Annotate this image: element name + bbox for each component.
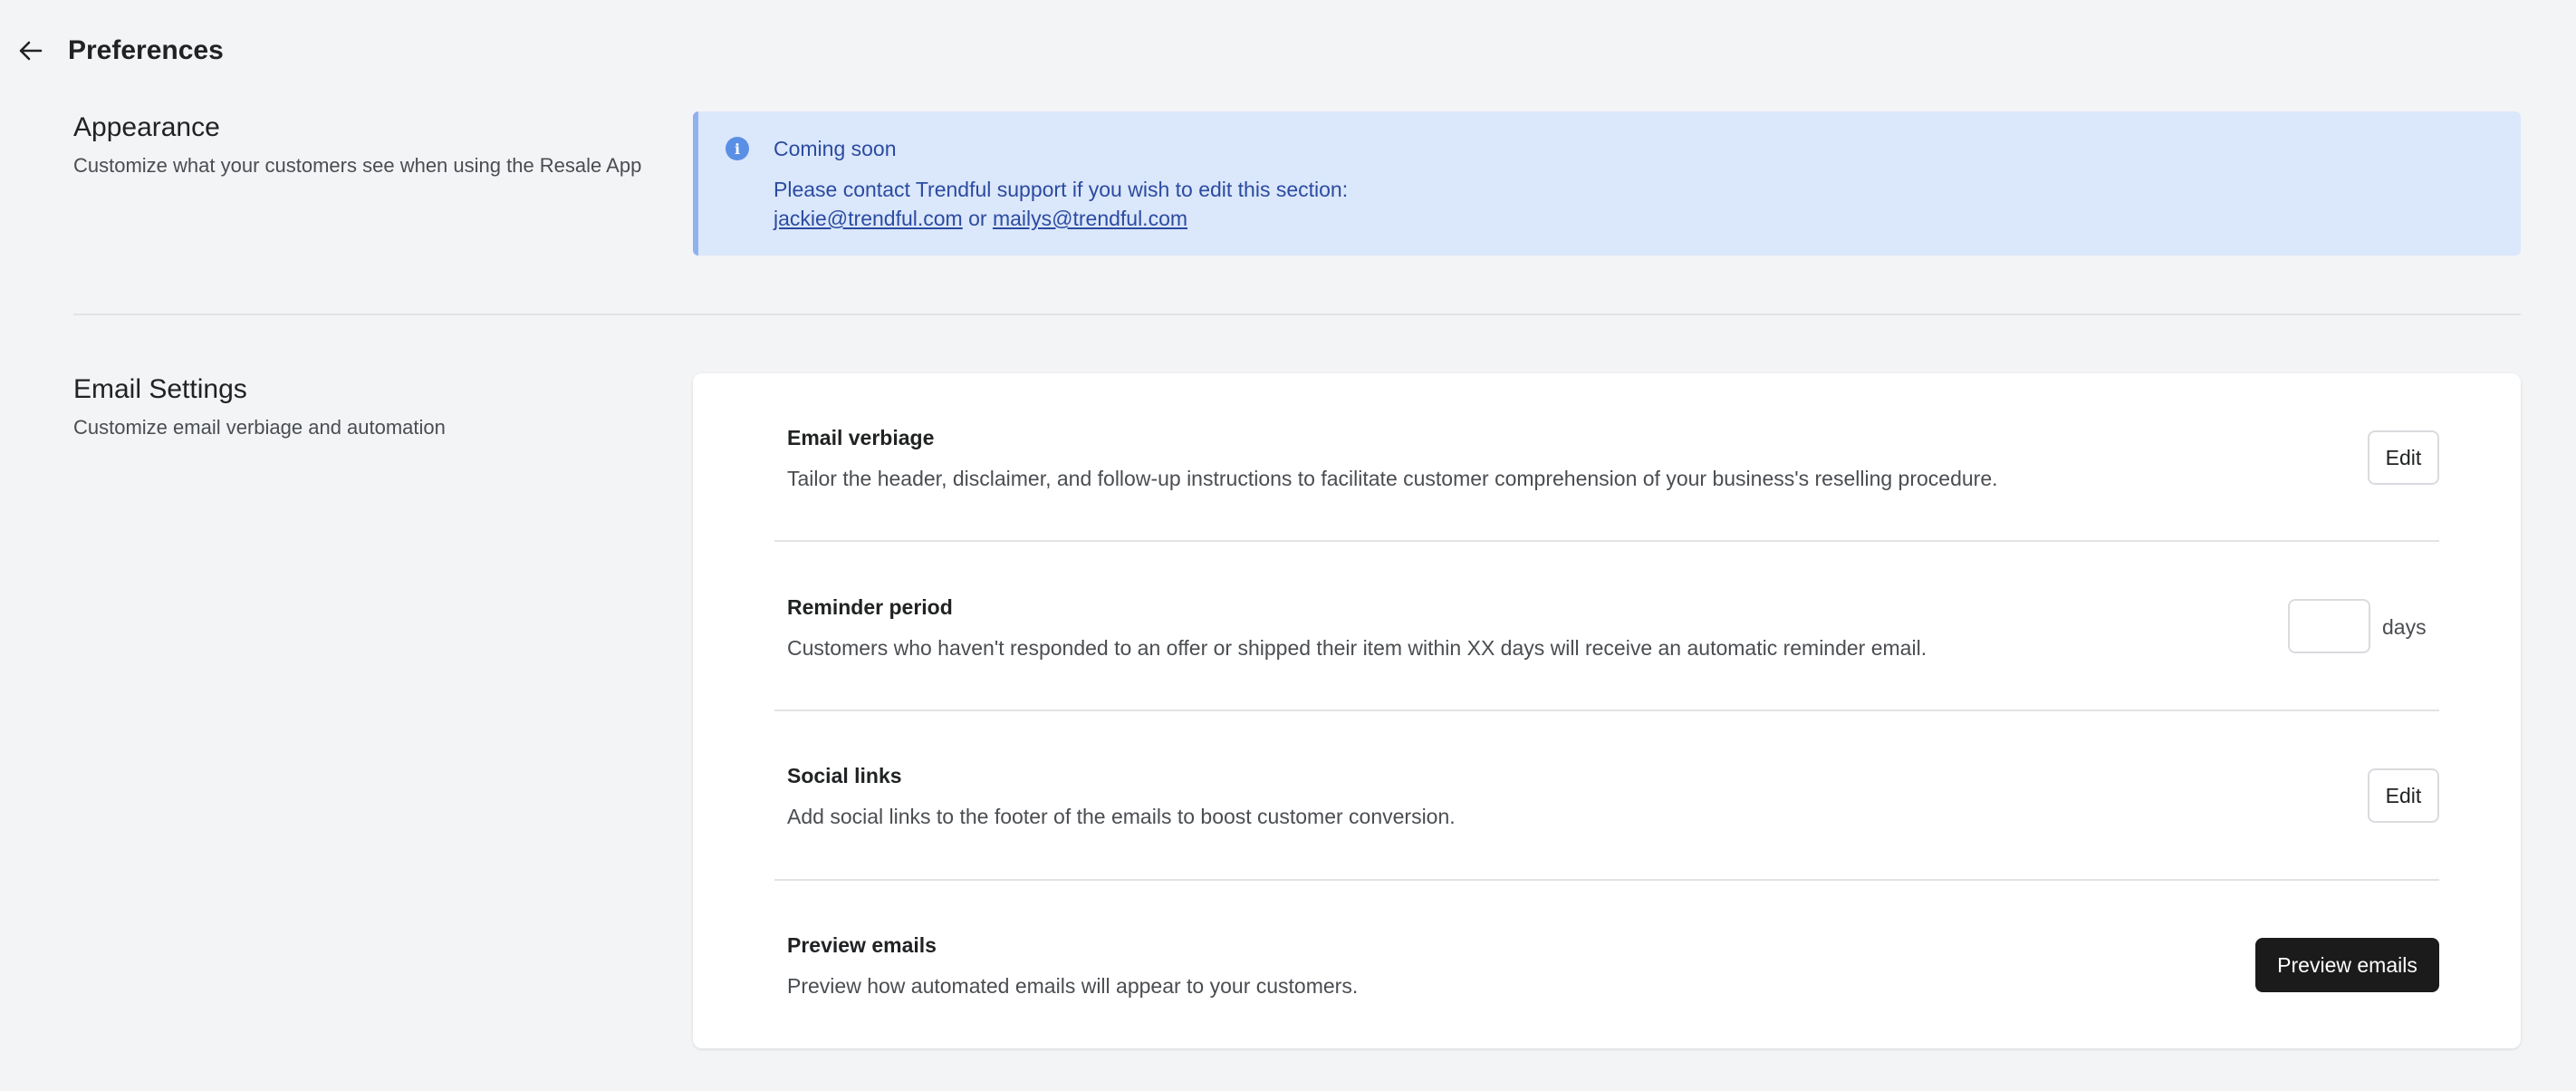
section-divider	[73, 314, 2521, 315]
banner-or-text: or	[968, 207, 987, 230]
days-unit-label: days	[2382, 615, 2427, 639]
email-link-mailys[interactable]: mailys@trendful.com	[993, 207, 1187, 230]
social-links-title: Social links	[787, 764, 902, 787]
reminder-days-input[interactable]	[2288, 599, 2370, 653]
appearance-description: Customize what your customers see when u…	[73, 154, 642, 177]
preview-emails-description: Preview how automated emails will appear…	[787, 974, 1359, 998]
row-divider	[774, 710, 2439, 711]
email-verbiage-title: Email verbiage	[787, 426, 935, 449]
info-icon: i	[726, 137, 749, 160]
appearance-title: Appearance	[73, 112, 220, 142]
page-title: Preferences	[68, 35, 224, 65]
banner-title: Coming soon	[774, 137, 897, 160]
reminder-period-description: Customers who haven't responded to an of…	[787, 636, 1927, 660]
email-settings-section-header: Email Settings Customize email verbiage …	[73, 372, 662, 442]
row-divider	[774, 540, 2439, 542]
email-settings-description: Customize email verbiage and automation	[73, 416, 446, 439]
email-settings-title: Email Settings	[73, 374, 247, 404]
email-verbiage-description: Tailor the header, disclaimer, and follo…	[787, 467, 1998, 490]
preview-emails-button[interactable]: Preview emails	[2255, 938, 2439, 992]
banner-message: Please contact Trendful support if you w…	[774, 178, 1349, 201]
banner-contacts: jackie@trendful.com or mailys@trendful.c…	[774, 204, 1348, 233]
back-button[interactable]	[13, 33, 49, 69]
social-links-edit-button[interactable]: Edit	[2368, 768, 2439, 823]
email-link-jackie[interactable]: jackie@trendful.com	[774, 207, 963, 230]
email-settings-card: Email verbiage Tailor the header, discla…	[693, 373, 2521, 1048]
social-links-description: Add social links to the footer of the em…	[787, 805, 1456, 828]
coming-soon-banner: i Coming soon Please contact Trendful su…	[693, 111, 2521, 256]
page-header: Preferences	[0, 0, 2576, 100]
preview-emails-title: Preview emails	[787, 933, 937, 957]
banner-text: Please contact Trendful support if you w…	[774, 175, 1348, 233]
email-verbiage-edit-button[interactable]: Edit	[2368, 430, 2439, 485]
row-divider	[774, 879, 2439, 881]
reminder-period-title: Reminder period	[787, 595, 953, 619]
appearance-section-header: Appearance Customize what your customers…	[73, 110, 662, 180]
arrow-left-icon	[19, 41, 43, 61]
